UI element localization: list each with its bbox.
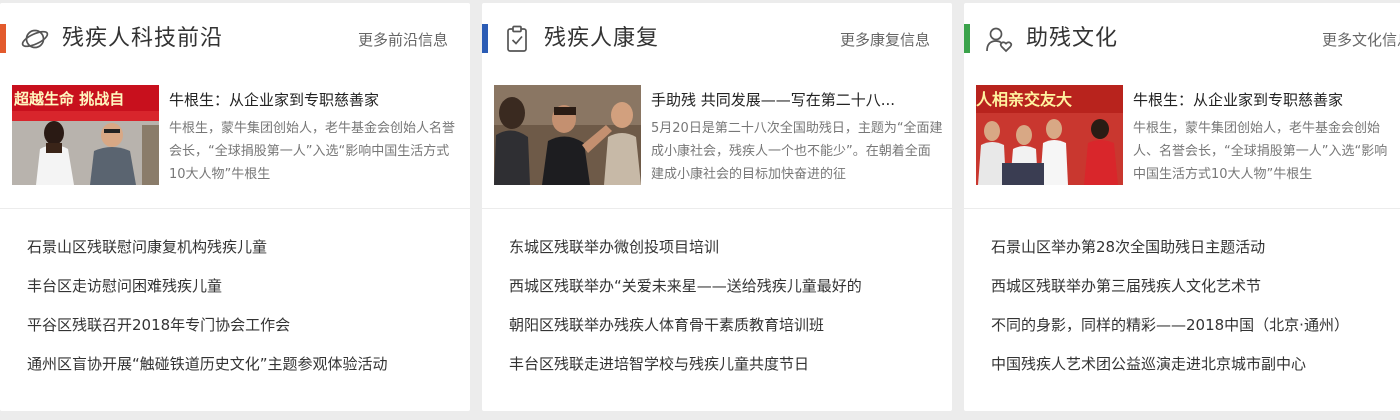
planet-icon <box>18 22 52 56</box>
list-item[interactable]: 通州区盲协开展“触碰铁道历史文化”主题参观体验活动 <box>27 348 463 387</box>
feature-description: 牛根生，蒙牛集团创始人，老牛基金会创始人名誉会长，“全球捐股第一人”入选“影响中… <box>169 121 456 182</box>
list-item[interactable]: 石景山区举办第28次全国助残日主题活动 <box>991 231 1400 270</box>
list-item[interactable]: 中国残疾人艺术团公益巡演走进北京城市副中心 <box>991 348 1400 387</box>
feature-title[interactable]: 牛根生：从企业家到专职慈善家 <box>1133 88 1391 112</box>
feature-description: 5月20日是第二十八次全国助残日，主题为“全面建成小康社会，残疾人一个也不能少”… <box>651 121 943 182</box>
feature-title[interactable]: 牛根生：从企业家到专职慈善家 <box>169 88 461 112</box>
panel-rehabilitation: 残疾人康复 更多康复信息 手助残 共同发展——写在第二十八... 5月20日是第… <box>482 3 952 411</box>
user-heart-icon <box>982 22 1016 56</box>
list-item[interactable]: 不同的身影，同样的精彩——2018中国（北京·通州） <box>991 309 1400 348</box>
image-caption-text: 超越生命 挑战自 <box>13 90 124 108</box>
divider <box>0 208 470 209</box>
panel-title: 助残文化 <box>1026 26 1119 51</box>
clipboard-check-icon <box>500 22 534 56</box>
panel-header: 残疾人康复 更多康复信息 <box>482 3 952 71</box>
panel-tech-frontier: 残疾人科技前沿 更多前沿信息 超越生命 挑战自 牛根生：从企业家到专职慈善家 牛… <box>0 3 470 411</box>
more-link[interactable]: 更多文化信息 <box>1322 29 1400 51</box>
panel-header: 残疾人科技前沿 更多前沿信息 <box>0 3 470 71</box>
feature-article[interactable]: 手助残 共同发展——写在第二十八... 5月20日是第二十八次全国助残日，主题为… <box>494 85 944 187</box>
divider <box>482 208 952 209</box>
feature-article[interactable]: 人相亲交友大 牛根生：从企业家到专职慈善家 牛根生，蒙牛集团创始人，老牛基金会创… <box>976 85 1400 187</box>
news-list: 石景山区残联慰问康复机构残疾儿童 丰台区走访慰问困难残疾儿童 平谷区残联召开20… <box>27 231 463 387</box>
panel-title: 残疾人科技前沿 <box>62 26 224 51</box>
accent-bar <box>964 24 970 53</box>
image-caption-text: 人相亲交友大 <box>976 90 1072 109</box>
accent-bar <box>0 24 6 53</box>
list-item[interactable]: 西城区残联举办“关爱未来星——送给残疾儿童最好的 <box>509 270 945 309</box>
list-item[interactable]: 石景山区残联慰问康复机构残疾儿童 <box>27 231 463 270</box>
divider <box>964 208 1400 209</box>
more-link[interactable]: 更多前沿信息 <box>358 29 448 51</box>
list-item[interactable]: 西城区残联举办第三届残疾人文化艺术节 <box>991 270 1400 309</box>
panel-title: 残疾人康复 <box>544 26 660 51</box>
more-link[interactable]: 更多康复信息 <box>840 29 930 51</box>
panel-header: 助残文化 更多文化信息 <box>964 3 1400 71</box>
feature-image[interactable]: 人相亲交友大 <box>976 85 1123 185</box>
feature-title[interactable]: 手助残 共同发展——写在第二十八... <box>651 88 943 112</box>
list-item[interactable]: 丰台区残联走进培智学校与残疾儿童共度节日 <box>509 348 945 387</box>
list-item[interactable]: 东城区残联举办微创投项目培训 <box>509 231 945 270</box>
list-item[interactable]: 丰台区走访慰问困难残疾儿童 <box>27 270 463 309</box>
news-list: 东城区残联举办微创投项目培训 西城区残联举办“关爱未来星——送给残疾儿童最好的 … <box>509 231 945 387</box>
news-list: 石景山区举办第28次全国助残日主题活动 西城区残联举办第三届残疾人文化艺术节 不… <box>991 231 1400 387</box>
feature-description: 牛根生，蒙牛集团创始人，老牛基金会创始人、名誉会长，“全球捐股第一人”入选“影响… <box>1133 121 1388 182</box>
list-item[interactable]: 平谷区残联召开2018年专门协会工作会 <box>27 309 463 348</box>
feature-article[interactable]: 超越生命 挑战自 牛根生：从企业家到专职慈善家 牛根生，蒙牛集团创始人，老牛基金… <box>12 85 462 187</box>
feature-image[interactable]: 超越生命 挑战自 <box>12 85 159 185</box>
accent-bar <box>482 24 488 53</box>
panel-culture: 助残文化 更多文化信息 人相亲交友大 牛根生：从企业家到专职慈善家 牛根生，蒙牛… <box>964 3 1400 411</box>
feature-image[interactable] <box>494 85 641 185</box>
list-item[interactable]: 朝阳区残联举办残疾人体育骨干素质教育培训班 <box>509 309 945 348</box>
